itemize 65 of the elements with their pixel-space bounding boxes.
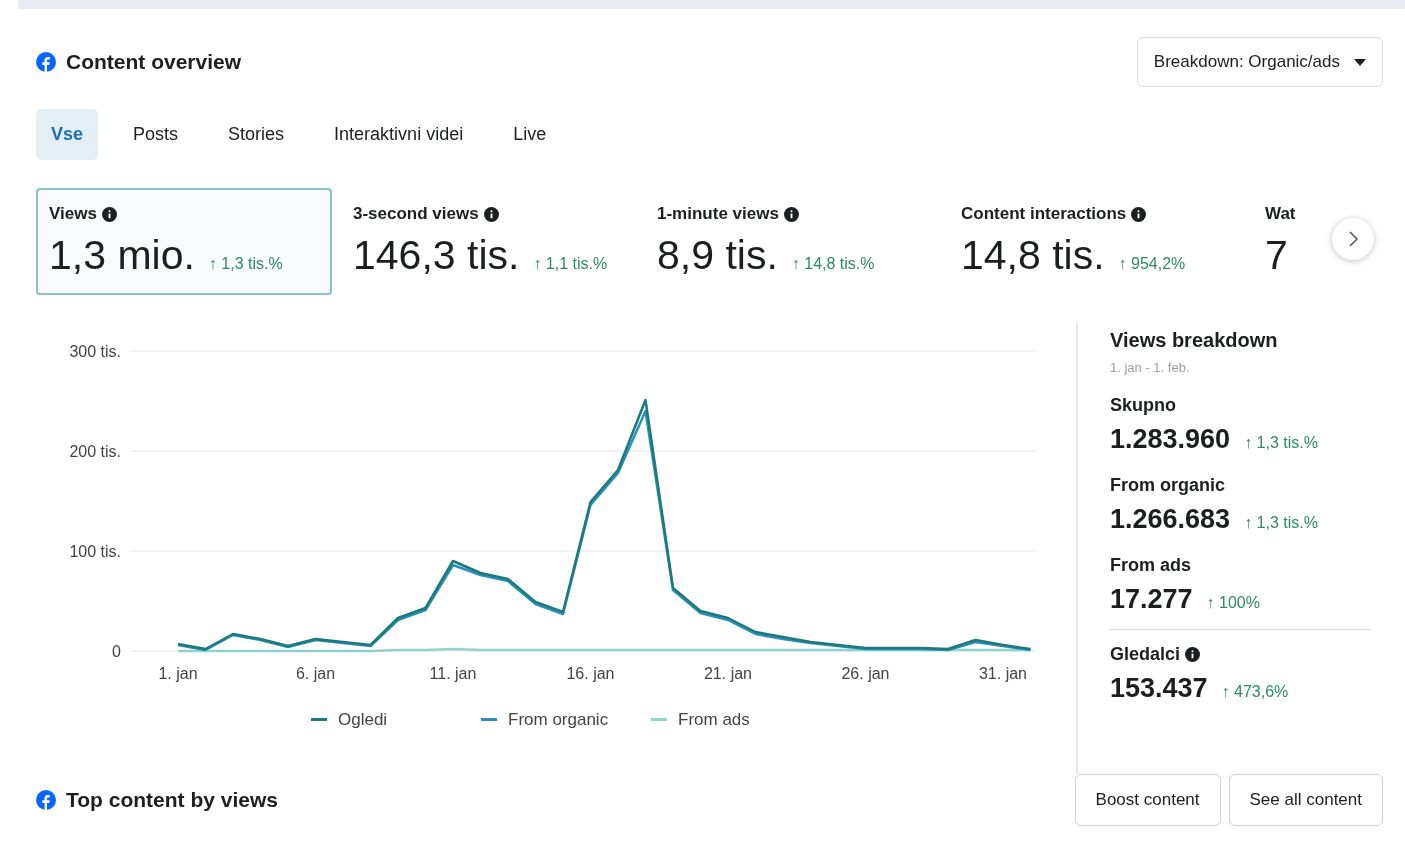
y-axis-label: 300 tis. xyxy=(69,343,121,360)
tab[interactable]: Live xyxy=(498,109,562,160)
facebook-icon xyxy=(36,790,56,810)
action-button[interactable]: Boost content xyxy=(1074,774,1221,826)
info-icon[interactable] xyxy=(483,206,499,222)
legend-item[interactable]: Ogledi xyxy=(311,710,388,729)
caret-icon xyxy=(1354,58,1366,66)
x-axis-label: 6. jan xyxy=(295,665,336,682)
action-button[interactable]: See all content xyxy=(1228,774,1383,826)
info-icon[interactable] xyxy=(101,206,117,222)
metric-value: 8,9 tis. xyxy=(657,232,778,279)
breakdown-change: ↑ 1,3 tis.% xyxy=(1244,514,1318,532)
metric-label: Views xyxy=(49,204,97,224)
tab[interactable]: Interaktivni videi xyxy=(319,109,479,160)
metric-label: 1-minute views xyxy=(657,204,779,224)
info-icon[interactable] xyxy=(1131,206,1147,222)
legend-item[interactable]: From organic xyxy=(481,710,609,729)
metric-label: 3-second views xyxy=(353,204,479,224)
breakdown-title: Views breakdown xyxy=(1110,329,1279,352)
metric-value: 1,3 mio. xyxy=(49,232,195,279)
x-axis-label: 21. jan xyxy=(704,665,752,682)
section-title: Content overview xyxy=(66,50,242,74)
breakdown-value: 1.283.960 xyxy=(1110,424,1231,455)
metric-change: ↑ 1,1 tis.% xyxy=(533,255,608,273)
metric-value: 146,3 tis. xyxy=(353,232,520,279)
tab[interactable]: Stories xyxy=(213,109,300,160)
breakdown-label: Gledalci xyxy=(1110,644,1181,665)
x-axis-label: 16. jan xyxy=(566,665,615,682)
y-axis-label: 0 xyxy=(112,643,121,660)
breakdown-label: Skupno xyxy=(1110,395,1176,416)
metric-label: Wat xyxy=(1265,204,1296,224)
info-icon[interactable] xyxy=(783,206,799,222)
metric-change: ↑ 1,3 tis.% xyxy=(208,255,283,273)
legend-label: Ogledi xyxy=(338,710,388,729)
breakdown-value: 17.277 xyxy=(1110,584,1193,615)
x-axis-label: 11. jan xyxy=(429,665,477,682)
facebook-icon xyxy=(36,52,56,72)
breakdown-value: 1.266.683 xyxy=(1110,504,1231,535)
tab[interactable]: Vse xyxy=(36,109,99,160)
y-axis-label: 100 tis. xyxy=(69,543,121,560)
section-title: Top content by views xyxy=(66,788,278,812)
x-axis-label: 26. jan xyxy=(841,665,890,682)
metric-value: 7 xyxy=(1265,232,1288,279)
x-axis-label: 1. jan xyxy=(158,665,198,682)
y-axis-label: 200 tis. xyxy=(69,443,121,460)
metric-change: ↑ 14,8 tis.% xyxy=(791,255,875,273)
legend-label: From organic xyxy=(508,710,609,729)
legend-label: From ads xyxy=(678,710,750,729)
x-axis-label: 31. jan xyxy=(979,665,1027,682)
date-range: 1. jan - 1. feb. xyxy=(1110,360,1191,375)
breakdown-value: 153.437 xyxy=(1110,673,1208,704)
breakdown-change: ↑ 100% xyxy=(1206,594,1260,612)
metric-value: 14,8 tis. xyxy=(961,232,1105,279)
metric-label: Content interactions xyxy=(961,204,1127,224)
chevron-right-icon xyxy=(1348,231,1358,247)
legend-item[interactable]: From ads xyxy=(651,710,750,729)
metric-change: ↑ 954,2% xyxy=(1118,255,1186,273)
breakdown-label: From organic xyxy=(1110,475,1225,496)
tab[interactable]: Posts xyxy=(118,109,194,160)
metric-card[interactable]: Views 1,3 mio. ↑ 1,3 tis.% xyxy=(36,188,332,295)
info-icon[interactable] xyxy=(1185,647,1201,662)
breakdown-change: ↑ 1,3 tis.% xyxy=(1244,434,1318,452)
breakdown-change: ↑ 473,6% xyxy=(1221,683,1289,701)
breakdown-label: From ads xyxy=(1110,555,1192,576)
breakdown-dropdown[interactable]: Breakdown: Organic/ads xyxy=(1136,37,1383,87)
